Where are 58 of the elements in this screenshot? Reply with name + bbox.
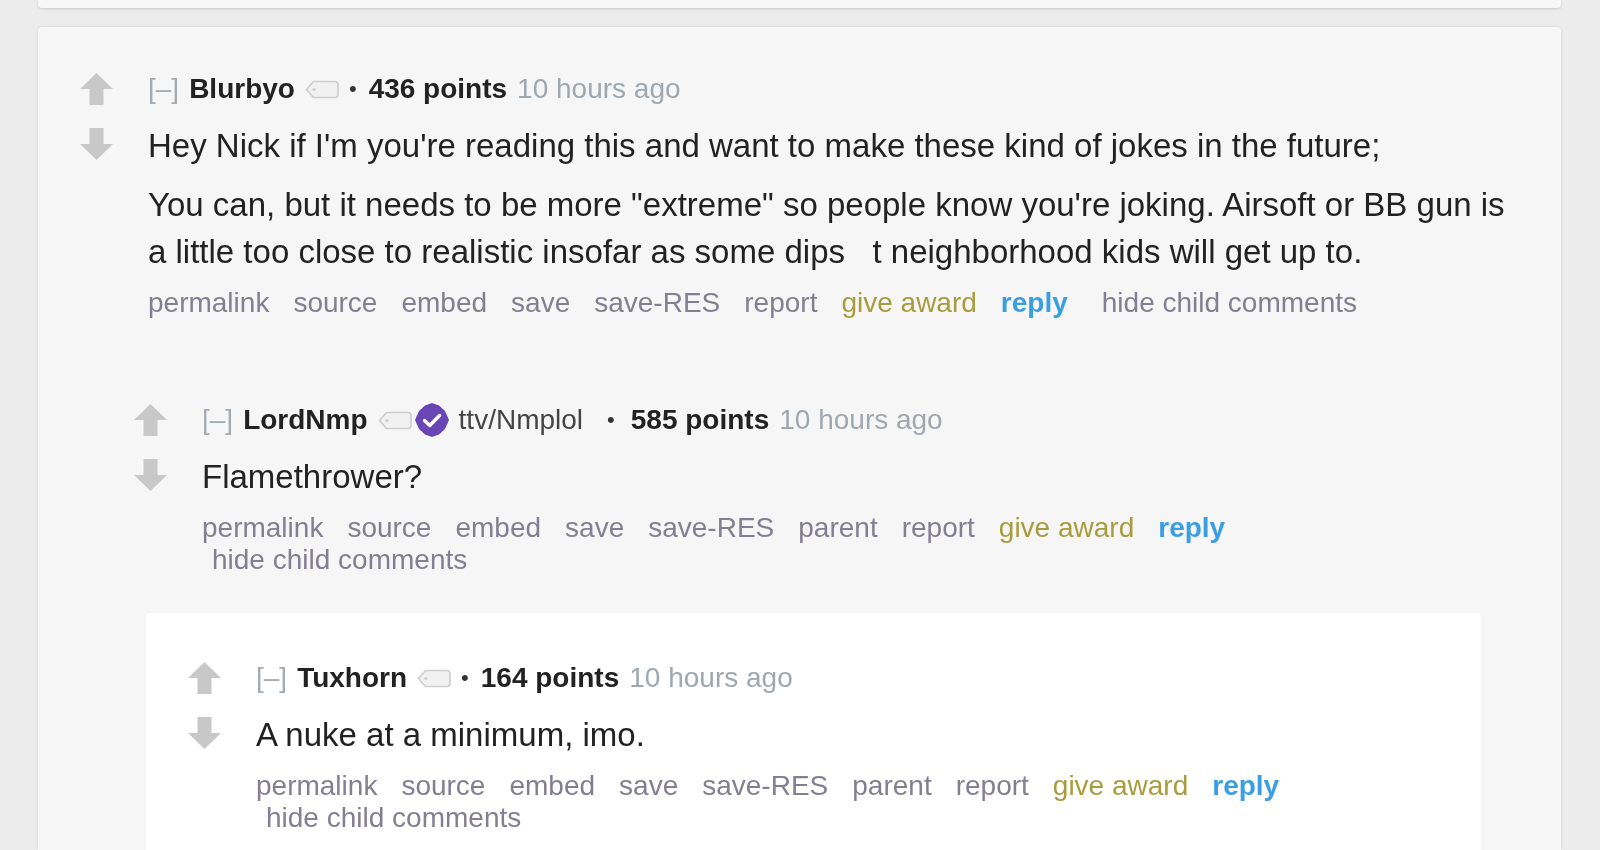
comment-text: A nuke at a minimum, imo. [256,715,646,755]
timestamp: 10 hours ago [629,661,793,695]
down-arrow-icon[interactable] [188,717,221,749]
give-award-link[interactable]: give award [841,287,977,319]
timestamp: 10 hours ago [779,403,943,437]
give-award-link[interactable]: give award [998,512,1135,544]
action-link[interactable]: source [401,770,486,802]
action-link[interactable]: parent [852,770,932,802]
action-link[interactable]: source [347,512,432,544]
action-link[interactable]: save [619,770,679,802]
author-link[interactable]: LordNmp [243,402,368,438]
down-arrow-icon[interactable] [80,128,113,160]
tag-icon[interactable] [377,410,412,430]
action-link[interactable]: embed [455,512,542,544]
tag-icon[interactable] [417,668,452,688]
collapse-toggle[interactable]: [–] [256,660,288,696]
reply-link[interactable]: reply [1212,770,1280,802]
reply-link[interactable]: reply [1158,512,1226,544]
action-link[interactable]: save-RES [594,287,721,319]
action-link[interactable]: save-RES [648,512,775,544]
action-link[interactable]: embed [401,287,488,319]
hide-children-link[interactable]: hide child comments [212,544,468,576]
action-link[interactable]: parent [798,512,878,544]
timestamp: 10 hours ago [517,72,681,106]
action-link[interactable]: save [511,287,571,319]
collapse-toggle[interactable]: [–] [202,402,234,438]
comment-text: You can, but it needs to be more "extreme" so people know you're joking. Airsoft or BB gun is a little too close to realistic insofar as some dips t neighborhood kids will get up to. [148,185,1506,272]
action-link[interactable]: report [955,770,1029,802]
bullet-separator: • [607,406,615,434]
down-arrow-icon[interactable] [134,459,167,491]
action-link[interactable]: permalink [202,512,324,544]
action-link[interactable]: permalink [256,770,378,802]
action-link[interactable]: permalink [148,287,270,319]
action-link[interactable]: save [565,512,625,544]
hide-children-link[interactable]: hide child comments [1101,287,1357,319]
author-link[interactable]: Blurbyo [189,71,295,107]
give-award-link[interactable]: give award [1052,770,1189,802]
tag-icon[interactable] [304,79,339,99]
up-arrow-icon[interactable] [80,73,113,105]
action-link[interactable]: report [744,287,818,319]
bullet-separator: • [348,75,357,103]
action-link[interactable]: save-RES [702,770,829,802]
score-text: 164 points [480,661,620,695]
collapse-toggle[interactable]: [–] [148,71,180,107]
score-text: 436 points [368,72,508,106]
comment-text: Flamethrower? [202,457,424,497]
up-arrow-icon[interactable] [134,404,167,436]
action-link[interactable]: report [901,512,975,544]
hide-children-link[interactable]: hide child comments [266,802,522,834]
bullet-separator: • [461,664,469,692]
score-text: 585 points [630,403,770,437]
action-link[interactable]: embed [509,770,596,802]
up-arrow-icon[interactable] [188,662,221,694]
action-link[interactable]: source [293,287,378,319]
reply-link[interactable]: reply [1000,287,1068,319]
author-link[interactable]: Tuxhorn [297,660,408,696]
comment-text: Hey Nick if I'm you're reading this and want to make these kind of jokes in the future; [148,126,1382,166]
user-flair: ttv/Nmplol [458,403,584,437]
